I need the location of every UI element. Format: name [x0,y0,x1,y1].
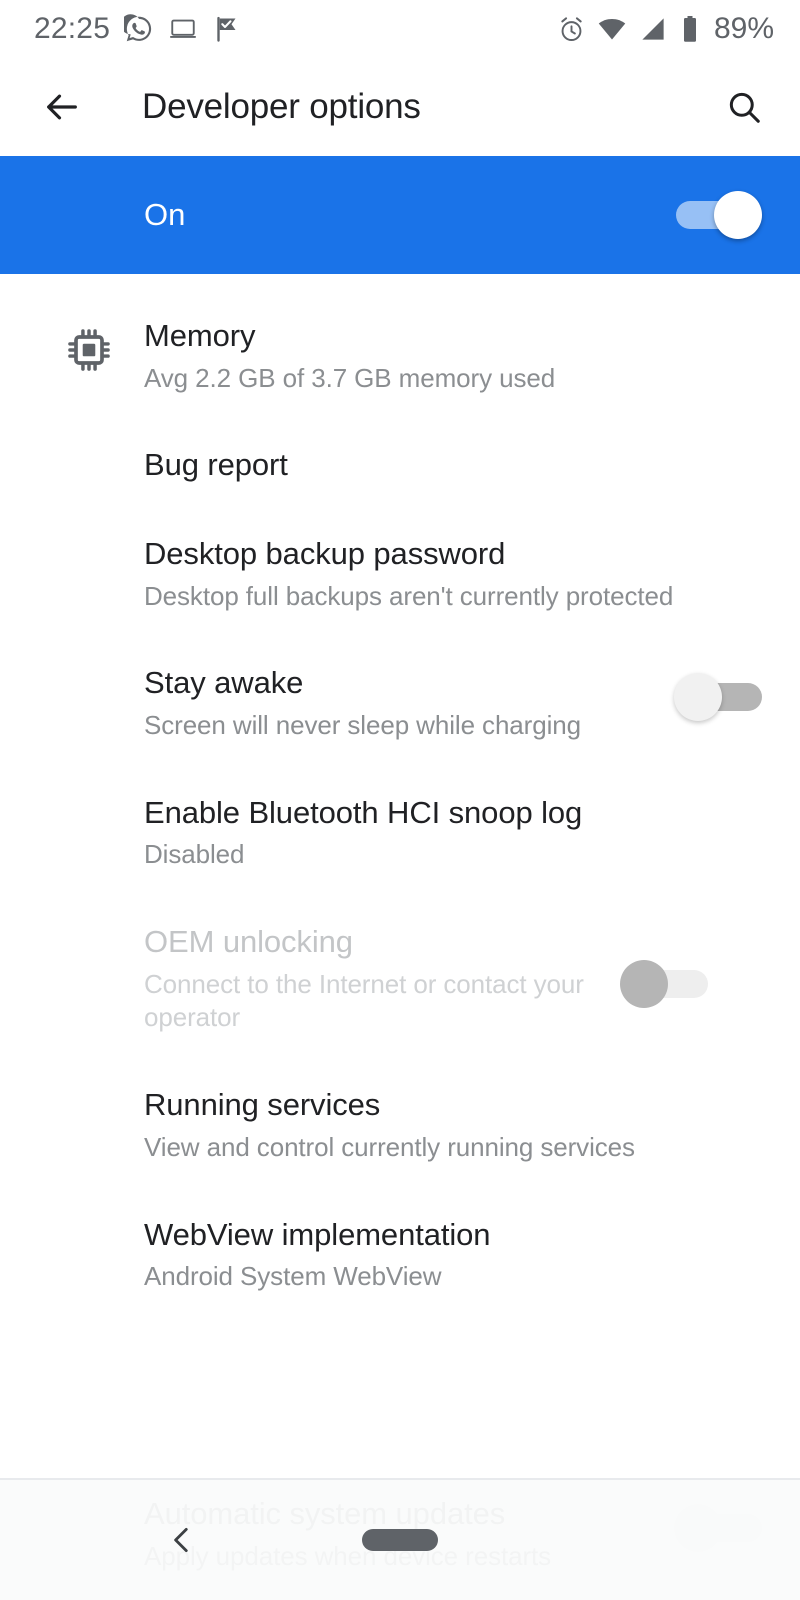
list-item-subtitle: Desktop full backups aren't currently pr… [144,580,674,611]
stay-awake-toggle[interactable] [674,671,762,723]
list-item-title: WebView implementation [144,1216,491,1252]
list-item-title: Stay awake [144,665,304,701]
list-item-running-services[interactable]: Running services View and control curren… [0,1061,800,1190]
toggle-thumb [620,960,668,1009]
list-item-subtitle: View and control currently running servi… [144,1131,635,1162]
toggle-thumb [674,673,722,722]
master-switch-label: On [144,197,186,232]
list-item-title: Desktop backup password [144,535,506,571]
list-item-subtitle: Disabled [144,839,245,870]
status-bar-right: 89% [557,12,774,46]
list-item-subtitle: Android System WebView [144,1261,442,1292]
list-item-subtitle: Screen will never sleep while charging [144,709,581,740]
navigation-bar [0,1478,800,1600]
settings-list: Memory Avg 2.2 GB of 3.7 GB memory used … [0,274,800,1320]
list-item-oem-unlocking: OEM unlocking Connect to the Internet or… [0,898,800,1061]
list-item-text: Desktop backup password Desktop full bac… [144,536,762,613]
list-item-text: Memory Avg 2.2 GB of 3.7 GB memory used [144,318,762,395]
wifi-icon [597,14,627,44]
search-icon[interactable] [716,79,772,135]
list-item-title: Memory [144,318,256,353]
back-arrow-icon[interactable] [34,79,90,135]
master-switch-thumb [714,191,762,239]
app-toolbar: Developer options [0,58,800,156]
whatsapp-icon [124,14,154,44]
bottom-area: Automatic system updates Apply updates w… [0,1478,800,1600]
page-title: Developer options [142,87,421,126]
battery-percent-label: 89% [713,12,774,45]
list-item-title: Running services [144,1087,381,1123]
master-switch-toggle[interactable] [676,189,762,241]
laptop-icon [168,14,198,44]
status-bar: 22:25 89% [0,0,800,58]
list-item-title: OEM unlocking [144,924,353,960]
list-item-text: Enable Bluetooth HCI snoop log Disabled [144,795,762,872]
list-item-subtitle: Avg 2.2 GB of 3.7 GB memory used [144,362,556,393]
oem-unlocking-toggle [620,958,708,1010]
gesture-home-pill[interactable] [362,1529,438,1551]
battery-icon [679,14,701,44]
list-item-webview-implementation[interactable]: WebView implementation Android System We… [0,1191,800,1320]
memory-chip-icon [34,318,144,376]
list-item-title: Enable Bluetooth HCI snoop log [144,794,583,830]
list-item-desktop-backup-password[interactable]: Desktop backup password Desktop full bac… [0,510,800,639]
list-item-text: Running services View and control curren… [144,1087,762,1164]
flag-check-icon [212,14,242,44]
list-item-text: OEM unlocking Connect to the Internet or… [144,924,614,1035]
developer-options-screen: 22:25 89% Developer options On Memory Av… [0,0,800,1600]
status-bar-clock: 22:25 [34,12,111,45]
list-item-text: Bug report [144,447,762,484]
list-item-bug-report[interactable]: Bug report [0,421,800,510]
signal-icon [638,14,668,44]
alarm-icon [557,15,586,44]
nav-back-chevron-icon[interactable] [158,1516,206,1564]
list-item-text: WebView implementation Android System We… [144,1217,762,1294]
developer-options-master-switch-bar[interactable]: On [0,156,800,274]
list-item-stay-awake[interactable]: Stay awake Screen will never sleep while… [0,639,800,768]
list-item-subtitle: Connect to the Internet or contact your … [144,968,584,1033]
list-item-memory[interactable]: Memory Avg 2.2 GB of 3.7 GB memory used [0,292,800,421]
list-item-title: Bug report [144,447,288,483]
list-item-text: Stay awake Screen will never sleep while… [144,665,668,742]
status-bar-left: 22:25 [34,12,242,46]
list-item-bluetooth-hci-snoop-log[interactable]: Enable Bluetooth HCI snoop log Disabled [0,769,800,898]
